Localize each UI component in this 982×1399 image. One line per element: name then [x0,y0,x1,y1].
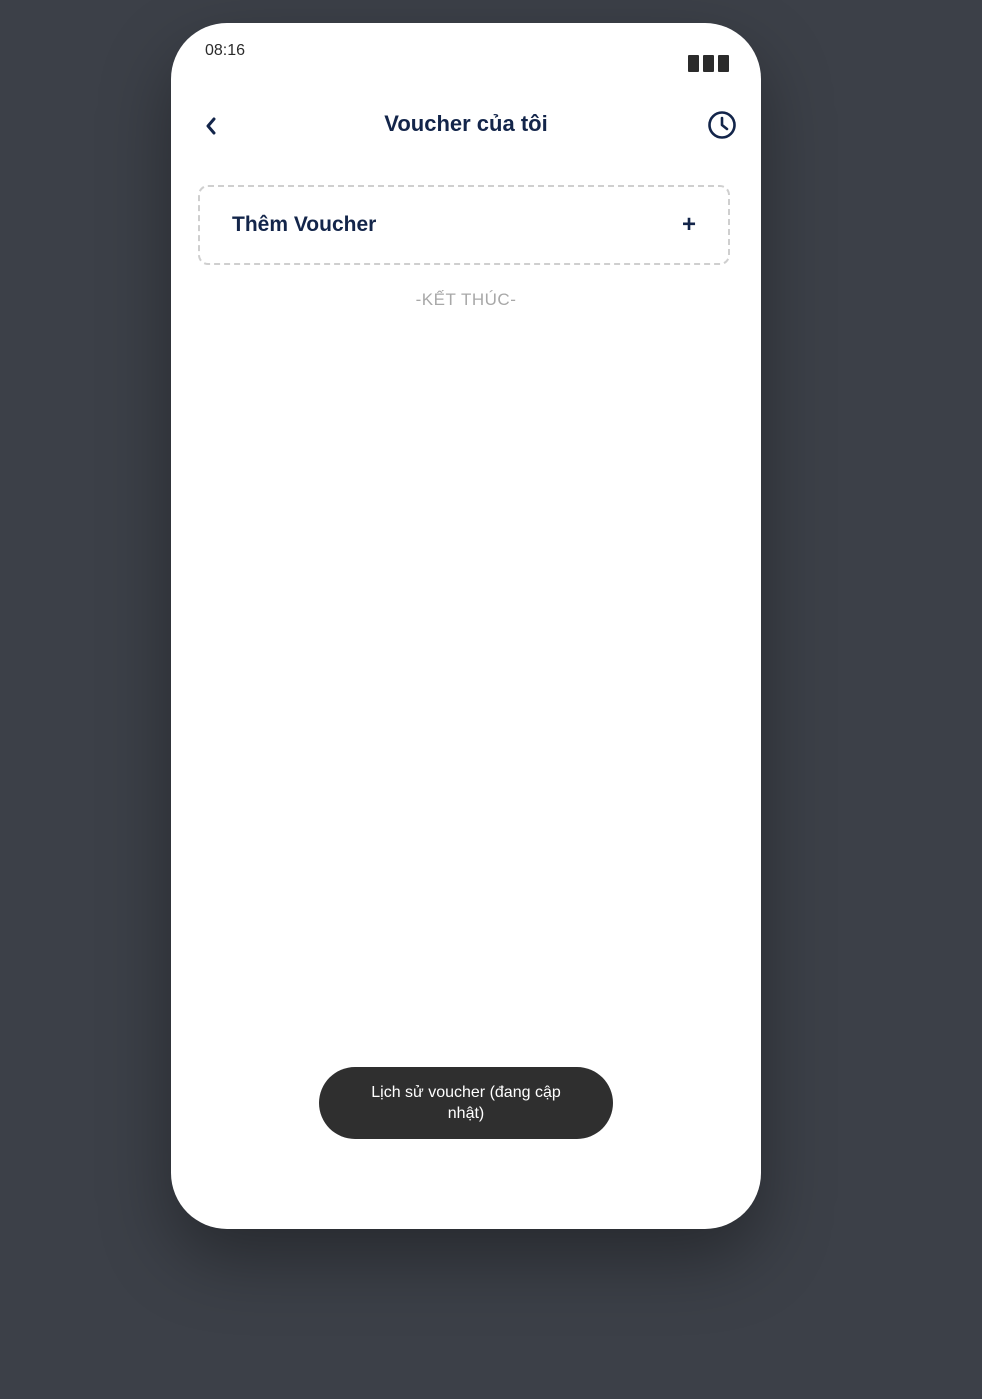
status-time: 08:16 [205,42,246,59]
add-voucher-label: Thêm Voucher [232,213,377,236]
clock-icon [708,111,736,139]
list-end-text: -KẾT THÚC- [415,290,517,309]
history-button[interactable] [707,110,737,140]
battery-icon [688,55,729,72]
add-voucher-button[interactable]: Thêm Voucher + [198,185,730,265]
voucher-history-button[interactable]: Lịch sử voucher (đang cập nhật) [319,1067,613,1139]
plus-icon: + [681,211,696,238]
phone-screen: 08:16 Voucher của tôi Thêm Voucher + -KẾ… [171,23,761,1229]
voucher-history-label: Lịch sử voucher (đang cập nhật) [371,1084,561,1122]
page-title: Voucher của tôi [384,111,548,136]
